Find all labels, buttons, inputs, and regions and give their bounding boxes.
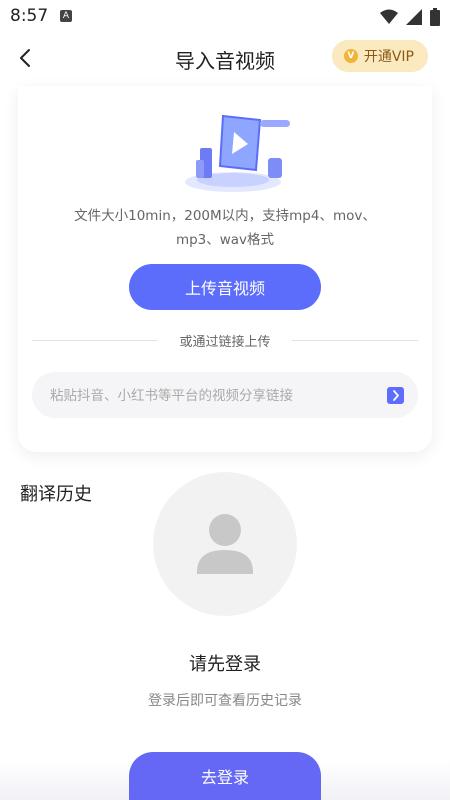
battery-icon	[430, 8, 440, 26]
chevron-right-icon	[393, 390, 399, 401]
signal-icon	[406, 9, 422, 25]
upload-button[interactable]: 上传音视频	[129, 264, 321, 310]
avatar	[153, 472, 297, 616]
divider-line	[292, 340, 418, 341]
vip-label: 开通VIP	[363, 49, 414, 65]
divider: 或通过链接上传	[32, 330, 418, 350]
vip-icon: V	[343, 49, 358, 63]
status-time: 8:57	[10, 6, 49, 26]
link-input-box	[32, 372, 418, 420]
video-upload-illustration-icon	[185, 114, 290, 192]
notification-icon: A	[60, 10, 72, 22]
link-input[interactable]	[48, 372, 372, 420]
user-icon	[197, 514, 253, 574]
status-icons	[380, 8, 440, 26]
login-subtext: 登录后即可查看历史记录	[148, 693, 302, 709]
vip-button[interactable]: V 开通VIP	[331, 40, 428, 72]
login-prompt: 请先登录	[189, 654, 261, 675]
upload-description: 文件大小10min，200M以内，支持mp4、mov、mp3、wav格式	[74, 208, 376, 248]
upload-card: 文件大小10min，200M以内，支持mp4、mov、mp3、wav格式 上传音…	[18, 86, 432, 452]
header: 导入音视频 V 开通VIP	[0, 36, 450, 80]
submit-link-button[interactable]	[387, 387, 404, 404]
history-title: 翻译历史	[20, 484, 92, 505]
wifi-icon	[380, 9, 398, 24]
status-bar: 8:57 A	[0, 0, 450, 32]
login-button[interactable]: 去登录	[129, 752, 321, 800]
